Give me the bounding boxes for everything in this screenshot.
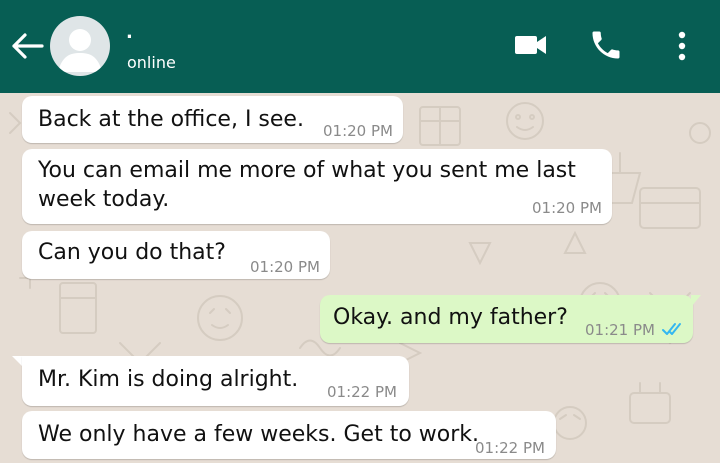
- voice-call-button[interactable]: [588, 27, 624, 63]
- message-outgoing[interactable]: Okay. and my father? 01:21 PM: [320, 295, 693, 343]
- video-camera-icon: [515, 36, 546, 54]
- message-text: Okay. and my father?: [333, 305, 568, 330]
- message-text: Can you do that?: [38, 240, 226, 265]
- message-text: Back at the office, I see.: [38, 107, 304, 132]
- contact-name[interactable]: .: [126, 24, 133, 42]
- contact-avatar[interactable]: [50, 16, 110, 76]
- message-time: 01:20 PM: [532, 199, 602, 217]
- more-options-button[interactable]: [674, 28, 690, 64]
- message-incoming[interactable]: Back at the office, I see. 01:20 PM: [22, 96, 403, 143]
- bubble-tail: [691, 295, 701, 307]
- message-incoming[interactable]: Mr. Kim is doing alright. 01:22 PM: [22, 356, 409, 406]
- back-button[interactable]: [10, 30, 46, 62]
- message-incoming[interactable]: You can email me more of what you sent m…: [22, 149, 612, 224]
- chat-area[interactable]: Back at the office, I see. 01:20 PM You …: [0, 93, 720, 463]
- message-text-line: week today.: [38, 187, 170, 212]
- message-time: 01:22 PM: [327, 383, 397, 401]
- more-vert-icon: [678, 31, 686, 61]
- message-text: Mr. Kim is doing alright.: [38, 367, 299, 392]
- message-text: We only have a few weeks. Get to work.: [38, 422, 479, 447]
- message-incoming[interactable]: Can you do that? 01:20 PM: [22, 231, 330, 279]
- message-time: 01:20 PM: [250, 258, 320, 276]
- double-check-icon: [662, 323, 681, 335]
- message-time: 01:22 PM: [475, 439, 545, 457]
- video-call-button[interactable]: [512, 30, 550, 60]
- contact-status: online: [127, 53, 176, 72]
- chat-header: . online: [0, 0, 720, 93]
- message-time: 01:20 PM: [323, 122, 393, 140]
- phone-icon: [592, 31, 620, 59]
- default-avatar-icon: [58, 29, 102, 72]
- message-time: 01:21 PM: [585, 321, 655, 339]
- message-incoming[interactable]: We only have a few weeks. Get to work. 0…: [22, 411, 556, 459]
- message-text-line: You can email me more of what you sent m…: [38, 158, 576, 183]
- arrow-left-icon: [12, 33, 44, 59]
